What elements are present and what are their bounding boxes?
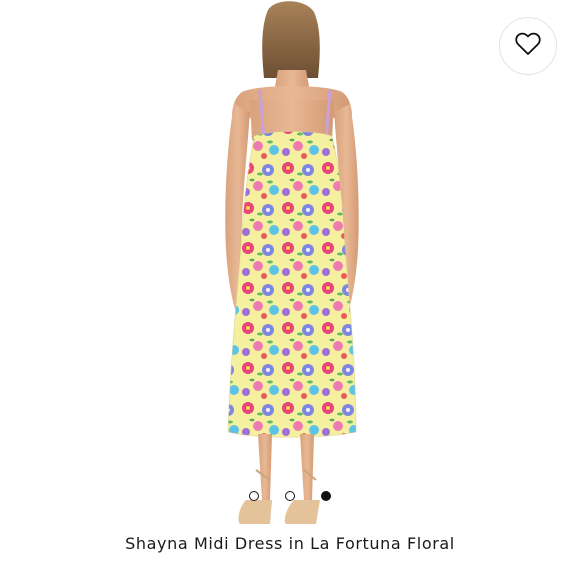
product-page: Shayna Midi Dress in La Fortuna Floral [0, 0, 580, 580]
product-image[interactable] [0, 0, 580, 530]
carousel-dot-1[interactable] [249, 491, 259, 501]
carousel-indicator [249, 489, 331, 503]
carousel-dot-3-active[interactable] [321, 491, 331, 501]
heart-outline-icon [515, 32, 541, 60]
model-photo [225, 1, 359, 524]
wishlist-button[interactable] [499, 17, 557, 75]
product-title: Shayna Midi Dress in La Fortuna Floral [125, 534, 455, 553]
carousel-dot-2[interactable] [285, 491, 295, 501]
